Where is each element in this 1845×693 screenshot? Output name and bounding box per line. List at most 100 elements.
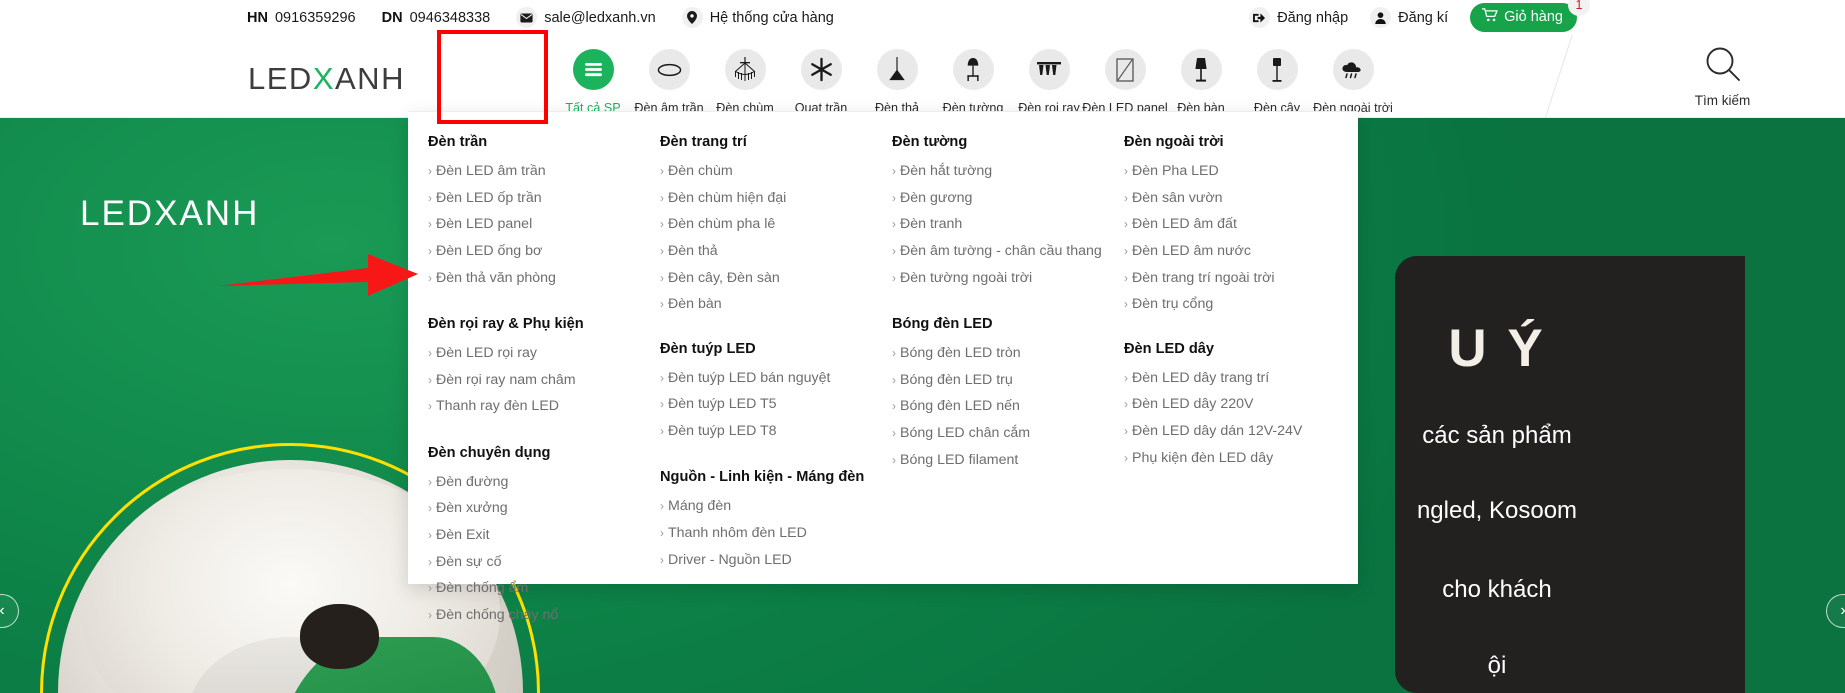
chevron-right-icon: ›	[892, 270, 896, 285]
contact-email-value[interactable]: sale@ledxanh.vn	[544, 10, 655, 26]
mega-link[interactable]: › Đèn LED âm trần	[428, 161, 646, 181]
mega-link[interactable]: › Đèn tuýp LED T8	[660, 421, 878, 441]
nav-item-recessed-ceiling[interactable]: Đèn âm trần	[631, 41, 707, 115]
mega-link[interactable]: › Đèn thả văn phòng	[428, 268, 646, 288]
mega-link[interactable]: › Bóng đèn LED tròn	[892, 343, 1110, 363]
mega-link[interactable]: › Bóng LED chân cắm	[892, 423, 1110, 443]
site-logo[interactable]: LEDXANH	[248, 61, 405, 97]
mega-group-title: Đèn tường	[892, 134, 968, 150]
mega-link[interactable]: › Đèn tuýp LED bán nguyệt	[660, 368, 878, 388]
mega-link-label: Đèn chùm pha lê	[668, 216, 776, 233]
mega-link[interactable]: › Máng đèn	[660, 496, 878, 516]
promo-card: U Ý các sản phẩm ngled, Kosoom cho khách…	[1395, 256, 1745, 693]
mega-link[interactable]: › Đèn đường	[428, 472, 646, 492]
chevron-right-icon: ›	[660, 297, 664, 312]
nav-item-track-light[interactable]: Đèn rọi ray	[1011, 41, 1087, 115]
mega-link[interactable]: › Đèn gương	[892, 188, 1110, 208]
nav-item-wall-light[interactable]: Đèn tường	[935, 41, 1011, 115]
mega-link[interactable]: › Đèn trang trí ngoài trời	[1124, 268, 1336, 288]
mega-link[interactable]: › Đèn sự cố	[428, 552, 646, 572]
mega-link[interactable]: › Đèn LED dây 220V	[1124, 394, 1336, 414]
mega-link-label: Đèn LED dây 220V	[1132, 396, 1254, 413]
chevron-right-icon: ›	[1840, 602, 1845, 620]
contact-danang-phone[interactable]: 0946348338	[410, 10, 491, 26]
chevron-right-icon: ›	[892, 452, 896, 467]
mega-link[interactable]: › Đèn âm tường - chân cầu thang	[892, 241, 1110, 261]
mega-link[interactable]: › Đèn Pha LED	[1124, 161, 1336, 181]
mega-link[interactable]: › Đèn tranh	[892, 214, 1110, 234]
chevron-right-icon: ›	[660, 190, 664, 205]
mega-group-title: Đèn trần	[428, 134, 488, 150]
mega-link[interactable]: › Đèn LED rọi ray	[428, 343, 646, 363]
mega-link[interactable]: › Đèn LED ống bơ	[428, 241, 646, 261]
mega-link-label: Đèn LED rọi ray	[436, 345, 537, 362]
mega-link[interactable]: › Đèn Exit	[428, 525, 646, 545]
search-button[interactable]: Tìm kiếm	[1600, 35, 1845, 118]
chevron-right-icon: ›	[1124, 244, 1128, 259]
mega-link[interactable]: › Bóng đèn LED trụ	[892, 370, 1110, 390]
mega-link[interactable]: › Đèn LED dây trang trí	[1124, 368, 1336, 388]
contact-danang-label: DN	[381, 9, 403, 26]
mega-link[interactable]: › Đèn chống ẩm	[428, 578, 646, 598]
mega-link[interactable]: › Driver - Nguồn LED	[660, 550, 878, 570]
mega-link[interactable]: › Đèn rọi ray nam châm	[428, 370, 646, 390]
mega-link[interactable]: › Đèn LED panel	[428, 214, 646, 234]
mega-link[interactable]: › Thanh nhôm đèn LED	[660, 523, 878, 543]
promo-card-content: U Ý các sản phẩm ngled, Kosoom cho khách…	[1395, 256, 1745, 693]
contact-hanoi[interactable]: HN 0916359296	[247, 10, 356, 26]
register-button[interactable]: Đăng kí	[1370, 7, 1448, 28]
mega-link[interactable]: › Đèn chống cháy nổ	[428, 605, 646, 625]
mega-link[interactable]: › Đèn xưởng	[428, 498, 646, 518]
cart-button[interactable]: Giỏ hàng 1	[1470, 0, 1590, 32]
chevron-right-icon: ›	[428, 581, 432, 596]
mega-link[interactable]: › Đèn chùm	[660, 161, 878, 181]
nav-item-chandelier[interactable]: Đèn chùm	[707, 41, 783, 115]
contact-email[interactable]: sale@ledxanh.vn	[516, 7, 656, 28]
mega-link-label: Đèn tuýp LED bán nguyệt	[668, 369, 831, 386]
nav-item-all-products[interactable]: Tất cả SP	[555, 41, 631, 115]
mega-link[interactable]: › Đèn trụ cổng	[1124, 294, 1336, 314]
mega-link[interactable]: › Đèn chùm pha lê	[660, 214, 878, 234]
nav-item-floor-lamp[interactable]: Đèn cây	[1239, 41, 1315, 115]
mega-link[interactable]: › Đèn chùm hiện đại	[660, 188, 878, 208]
mega-link[interactable]: › Đèn tường ngoài trời	[892, 268, 1110, 288]
nav-item-desk-lamp[interactable]: Đèn bàn	[1163, 41, 1239, 115]
contact-hanoi-phone[interactable]: 0916359296	[275, 10, 356, 26]
mega-link-label: Đèn âm tường - chân cầu thang	[900, 243, 1102, 260]
mega-link[interactable]: › Đèn LED dây dán 12V-24V	[1124, 421, 1336, 441]
mega-link[interactable]: › Đèn cây, Đèn sàn	[660, 268, 878, 288]
contact-danang[interactable]: DN 0946348338	[382, 10, 491, 26]
login-button[interactable]: Đăng nhập	[1249, 7, 1348, 28]
mega-column-1: Đèn trần › Đèn LED âm trần › Đèn LED ốp tr…	[420, 134, 652, 651]
store-system-label[interactable]: Hệ thống cửa hàng	[710, 10, 834, 26]
mega-link[interactable]: › Đèn LED âm nước	[1124, 241, 1336, 261]
mega-link[interactable]: › Đèn LED âm đất	[1124, 214, 1336, 234]
nav-item-outdoor-light[interactable]: Đèn ngoài trời	[1313, 41, 1393, 115]
mega-link[interactable]: › Phụ kiện đèn LED dây	[1124, 448, 1336, 468]
nav-item-led-panel[interactable]: Đèn LED panel	[1082, 41, 1168, 115]
store-system-link[interactable]: Hệ thống cửa hàng	[681, 7, 834, 28]
mega-link[interactable]: › Bóng LED filament	[892, 450, 1110, 470]
mega-link-label: Thanh ray đèn LED	[436, 398, 560, 415]
mega-link[interactable]: › Đèn hắt tường	[892, 161, 1110, 181]
site-header: LEDXANH Tất cả SP Đèn âm trần Đèn chùm Q…	[0, 35, 1845, 118]
mega-link[interactable]: › Đèn bàn	[660, 294, 878, 314]
mega-link[interactable]: › Đèn tuýp LED T5	[660, 394, 878, 414]
mega-link[interactable]: › Đèn sân vườn	[1124, 188, 1336, 208]
banner-logo-prefix: LED	[80, 194, 155, 233]
user-icon	[1370, 7, 1392, 28]
mega-link[interactable]: › Đèn LED ốp trần	[428, 188, 646, 208]
cart-count-badge: 1	[1568, 0, 1590, 16]
mega-link-label: Đèn tuýp LED T5	[668, 396, 777, 413]
nav-item-pendant[interactable]: Đèn thả	[859, 41, 935, 115]
mega-group-track-lights: Đèn rọi ray & Phụ kiện › Đèn LED rọi ray …	[420, 316, 646, 417]
mega-link-label: Đèn gương	[900, 189, 973, 206]
mega-group-title: Đèn tuýp LED	[660, 340, 756, 357]
mega-link[interactable]: › Đèn thả	[660, 241, 878, 261]
mega-link[interactable]: › Thanh ray đèn LED	[428, 396, 646, 416]
top-contact-bar: HN 0916359296 DN 0946348338 sale@ledxanh…	[0, 0, 1845, 35]
nav-item-ceiling-fan[interactable]: Quạt trần	[783, 41, 859, 115]
mega-link-label: Bóng LED chân cắm	[900, 425, 1031, 442]
mega-link-label: Đèn sân vườn	[1132, 189, 1223, 206]
mega-link[interactable]: › Bóng đèn LED nến	[892, 396, 1110, 416]
